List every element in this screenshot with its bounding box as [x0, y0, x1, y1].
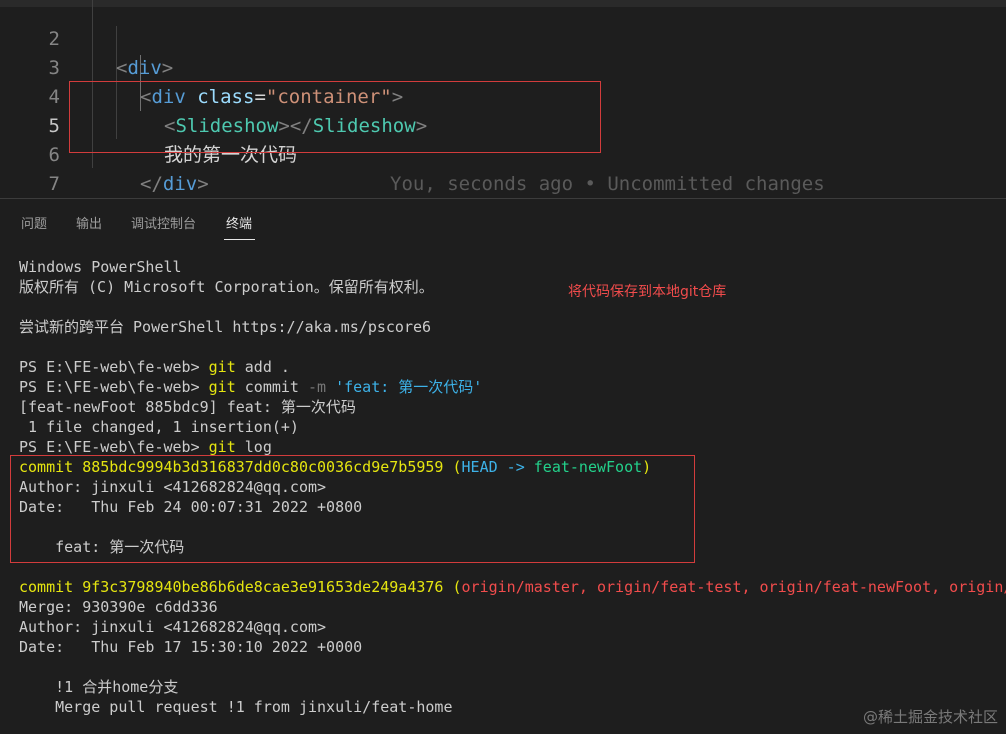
code-line-2[interactable]: 2 <div> — [0, 0, 174, 79]
watermark: @稀土掘金技术社区 — [862, 708, 998, 726]
tab-debug-console[interactable]: 调试控制台 — [131, 213, 196, 232]
highlight-box-editor — [69, 81, 601, 153]
commit-hash: commit 9f3c3798940be86b6de8cae3e91653de2… — [19, 578, 444, 596]
command-flag: -m — [298, 378, 327, 396]
code-line-8[interactable]: 8 </template> — [0, 169, 46, 198]
bottom-panel: 问题 输出 调试控制台 终端 Windows PowerShell 版权所有 (… — [0, 198, 1006, 734]
terminal-line: 1 file changed, 1 insertion(+) — [19, 418, 299, 436]
terminal-prompt: PS E:\FE-web\fe-web> — [19, 358, 200, 376]
code-line-4[interactable]: 4 <Slideshow></Slideshow> — [0, 54, 428, 137]
commit-merge: Merge: 930390e c6dd336 — [19, 598, 218, 616]
terminal-command-line: PS E:\FE-web\fe-web> git add . — [19, 357, 290, 377]
command-args: commit — [235, 378, 299, 396]
terminal-command-line: PS E:\FE-web\fe-web> git log — [19, 437, 272, 457]
terminal-prompt: PS E:\FE-web\fe-web> — [19, 378, 200, 396]
tab-problems[interactable]: 问题 — [21, 213, 47, 232]
code-line-3[interactable]: 3 <div class="container"> — [0, 25, 404, 108]
tag-name: div — [127, 57, 162, 79]
terminal-line: [feat-newFoot 885bdc9] feat: 第一次代码 — [19, 398, 356, 416]
code-line-7[interactable]: 7 </div> — [0, 141, 60, 195]
terminal-command-line: PS E:\FE-web\fe-web> git commit -m 'feat… — [19, 377, 482, 397]
code-line-5[interactable]: 5 我的第一次代码 You, seconds ago • Uncommitted… — [0, 83, 825, 195]
commit-message: Merge pull request !1 from jinxuli/feat-… — [19, 698, 453, 716]
active-tab-indicator — [224, 239, 255, 240]
tab-output[interactable]: 输出 — [76, 213, 102, 232]
command-name: git — [208, 358, 236, 376]
code-editor[interactable]: 2 <div> 3 <div class="container"> 4 <Sli… — [0, 0, 1006, 198]
terminal-line: 版权所有 (C) Microsoft Corporation。保留所有权利。 — [19, 278, 434, 296]
terminal-line: Windows PowerShell — [19, 258, 182, 276]
command-args: log — [235, 438, 272, 456]
tag-bracket: < — [116, 57, 128, 79]
tag-bracket: > — [197, 173, 209, 195]
tab-terminal[interactable]: 终端 — [226, 213, 252, 232]
editor-top-strip — [0, 0, 1006, 7]
command-string: 'feat: 第一次代码' — [326, 378, 483, 396]
commit-date: Date: Thu Feb 17 15:30:10 2022 +0000 — [19, 638, 363, 656]
annotation-note: 将代码保存到本地git仓库 — [568, 284, 727, 300]
commit-hash-line: commit 9f3c3798940be86b6de8cae3e91653de2… — [19, 577, 1006, 597]
command-name: git — [208, 378, 236, 396]
paren: ( — [443, 578, 462, 596]
command-name: git — [208, 438, 236, 456]
tag-bracket: > — [161, 57, 174, 79]
tag-bracket: </ — [140, 173, 163, 195]
commit-author: Author: jinxuli <412682824@qq.com> — [19, 618, 327, 636]
remote-refs: origin/master, origin/feat-test, origin/… — [461, 578, 1006, 596]
panel-tabs: 问题 输出 调试控制台 终端 — [0, 199, 1006, 243]
code-line-6[interactable]: 6 </div> — [0, 112, 209, 195]
terminal-line: 尝试新的跨平台 PowerShell https://aka.ms/pscore… — [19, 318, 432, 336]
highlight-box-commit — [10, 455, 695, 563]
command-args: add . — [235, 358, 290, 376]
terminal-prompt: PS E:\FE-web\fe-web> — [19, 438, 200, 456]
git-blame-annotation: You, seconds ago • Uncommitted changes — [390, 173, 825, 195]
commit-message: !1 合并home分支 — [19, 678, 179, 696]
tag-name: div — [162, 173, 198, 195]
